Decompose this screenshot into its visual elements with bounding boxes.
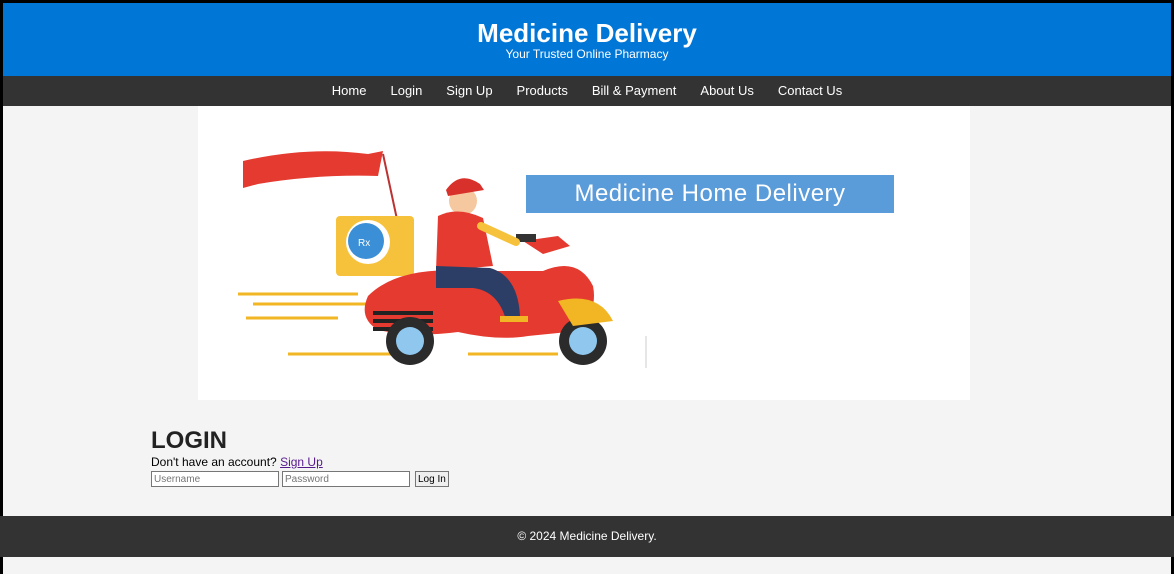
hero-banner-image: Rx Medicine Home Delivery — [198, 106, 970, 400]
signup-link[interactable]: Sign Up — [280, 455, 323, 469]
site-title: Medicine Delivery — [477, 18, 697, 48]
nav-contact-us[interactable]: Contact Us — [766, 76, 854, 106]
login-section: LOGIN Don't have an account? Sign Up Log… — [151, 427, 449, 487]
nav-login[interactable]: Login — [378, 76, 434, 106]
login-form: Log In — [151, 471, 449, 487]
nav-products[interactable]: Products — [505, 76, 580, 106]
svg-text:Rx: Rx — [358, 238, 370, 249]
nav-about-us[interactable]: About Us — [688, 76, 765, 106]
username-input[interactable] — [151, 471, 279, 487]
login-button[interactable]: Log In — [415, 471, 449, 487]
site-footer: © 2024 Medicine Delivery. — [0, 516, 1174, 557]
banner-caption: Medicine Home Delivery — [526, 175, 894, 213]
nav-bill-payment[interactable]: Bill & Payment — [580, 76, 689, 106]
site-header: Medicine Delivery Your Trusted Online Ph… — [3, 3, 1171, 76]
signup-prompt: Don't have an account? Sign Up — [151, 455, 449, 469]
main-nav: Home Login Sign Up Products Bill & Payme… — [3, 76, 1171, 106]
site-subtitle: Your Trusted Online Pharmacy — [505, 47, 669, 61]
nav-home[interactable]: Home — [320, 76, 379, 106]
delivery-scooter-illustration: Rx — [238, 151, 647, 368]
signup-prompt-text: Don't have an account? — [151, 455, 277, 469]
password-input[interactable] — [282, 471, 410, 487]
login-heading: LOGIN — [151, 427, 227, 454]
nav-sign-up[interactable]: Sign Up — [434, 76, 504, 106]
